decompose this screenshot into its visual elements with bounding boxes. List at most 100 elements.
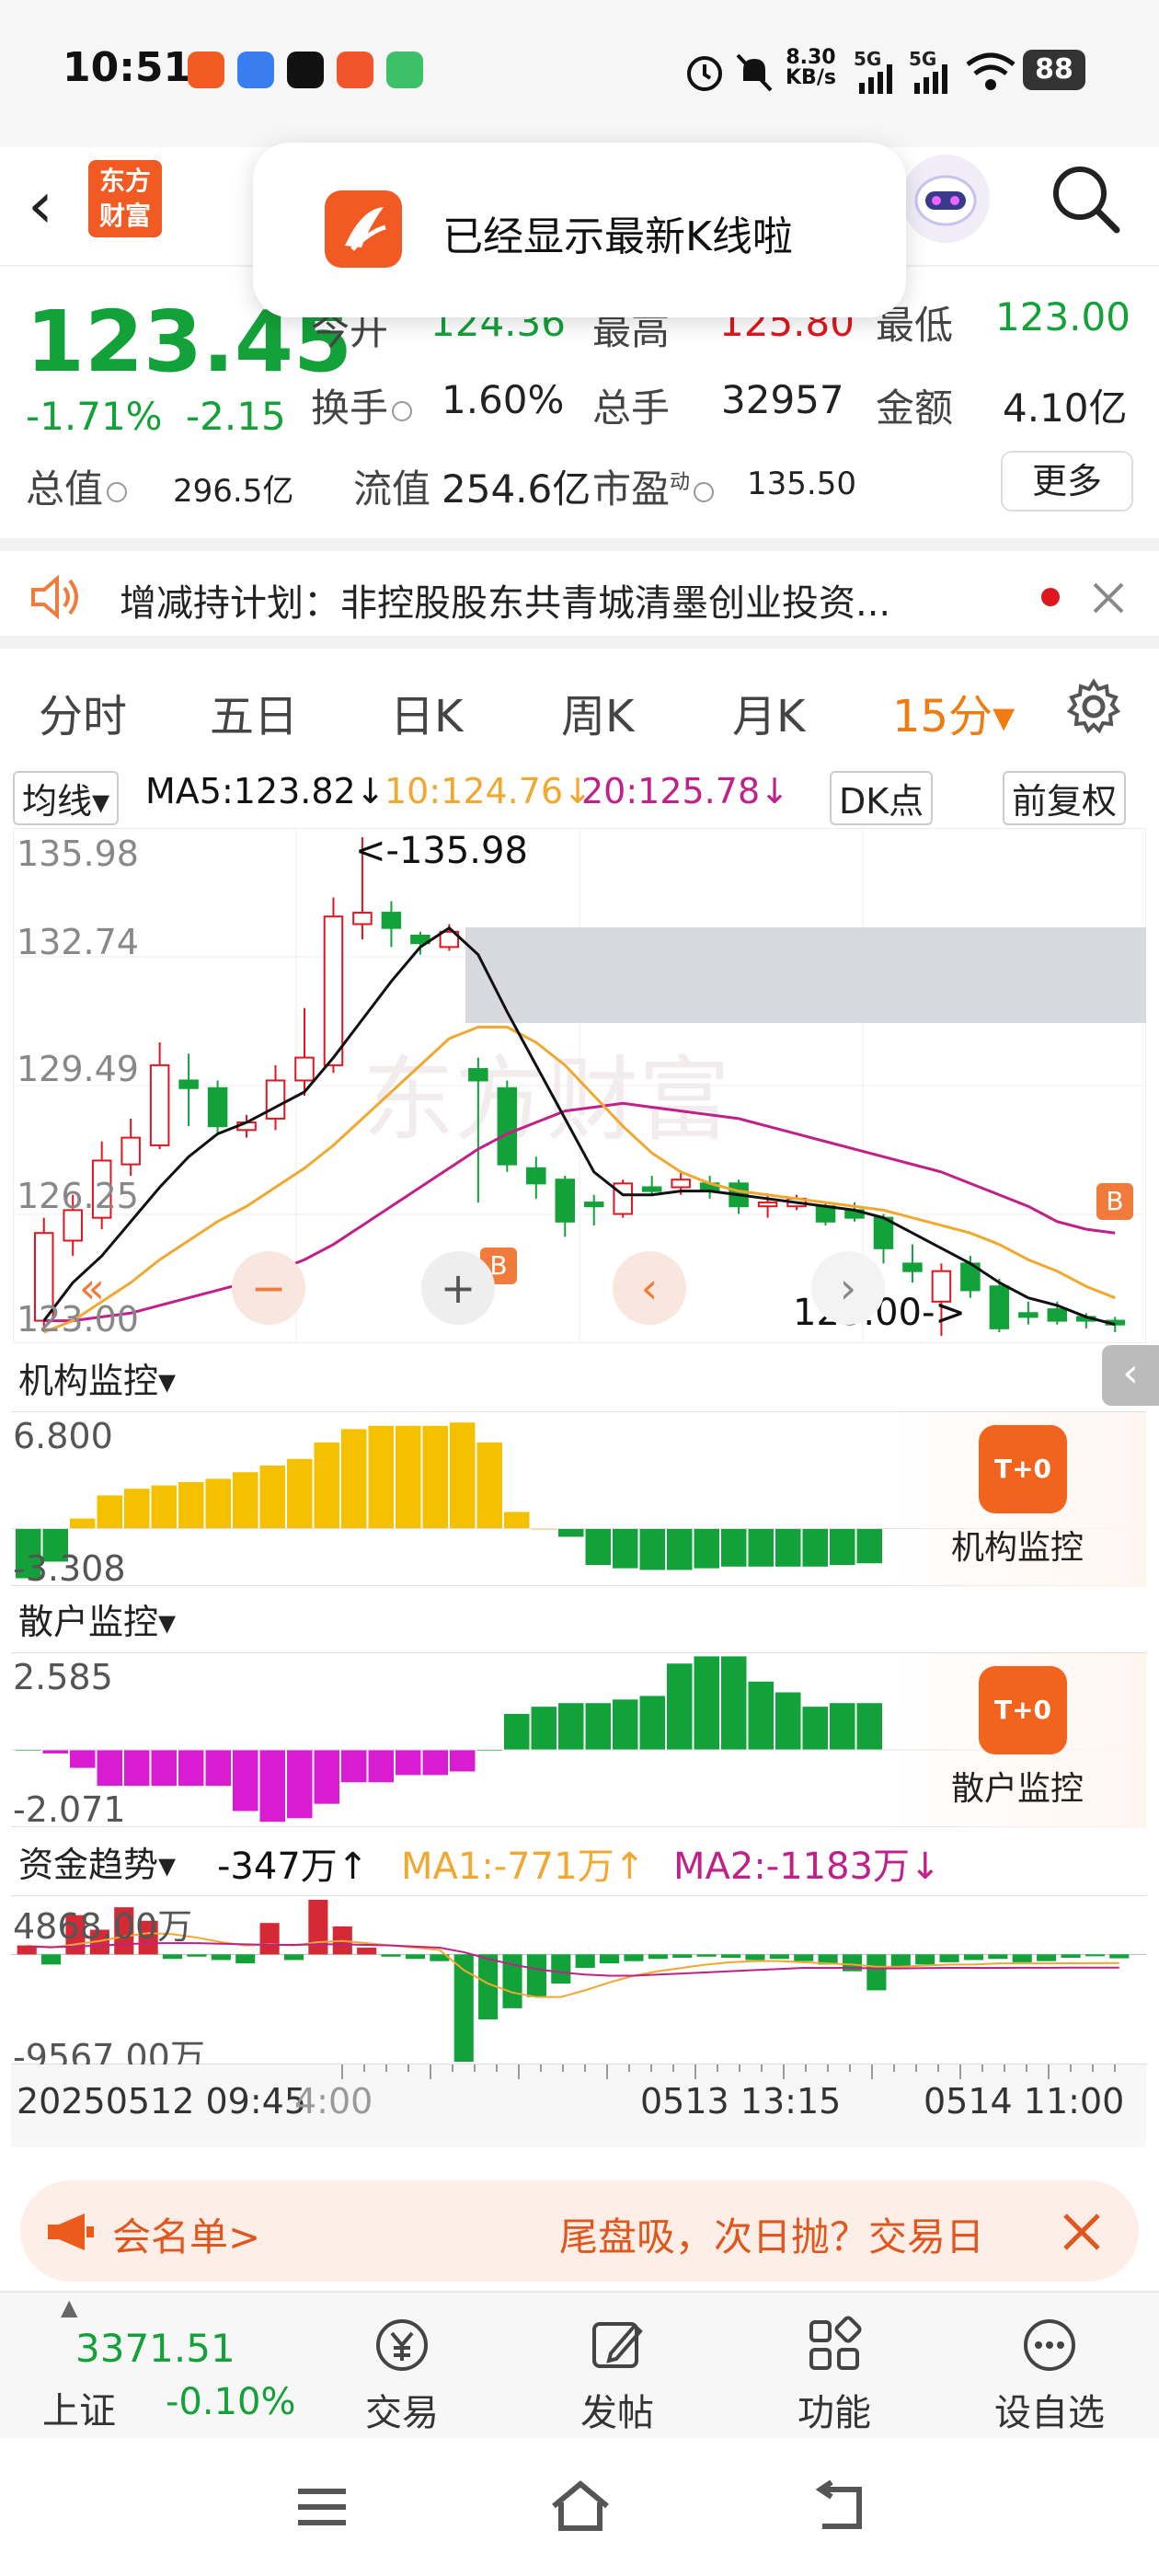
x-label: 0514 11:00 bbox=[924, 2081, 1125, 2122]
indicator-bar bbox=[70, 1518, 96, 1529]
fund-trend-selector[interactable]: 资金趋势▾ bbox=[11, 1836, 184, 1887]
indicator-bar bbox=[694, 1656, 719, 1751]
latest-kline-toast: 已经显示最新K线啦 bbox=[253, 143, 906, 317]
candle bbox=[815, 1205, 836, 1223]
indicator-bar bbox=[558, 1528, 584, 1537]
gear-icon[interactable] bbox=[1063, 676, 1124, 737]
fund-bar bbox=[794, 1954, 814, 1961]
x-label: 0513 13:15 bbox=[640, 2081, 842, 2122]
eastmoney-toast-icon bbox=[325, 190, 402, 268]
fund-bar bbox=[526, 1954, 546, 1997]
nav-functions[interactable]: 功能 bbox=[765, 2315, 903, 2436]
nav-add-watchlist-label: 设自选 bbox=[994, 2392, 1105, 2434]
indicator-bar bbox=[748, 1681, 774, 1751]
zoom-out-icon[interactable]: − bbox=[232, 1251, 305, 1325]
candle bbox=[468, 1068, 488, 1082]
indicator-bar bbox=[667, 1663, 693, 1751]
candle bbox=[120, 1136, 141, 1166]
institution-monitor-panel: 6.800 -3.308 T+0 机构监控 bbox=[11, 1411, 1146, 1589]
fund-bar bbox=[939, 1954, 959, 1962]
back-icon[interactable] bbox=[809, 2480, 868, 2534]
indicator-bar bbox=[314, 1442, 339, 1529]
candle bbox=[526, 1167, 546, 1185]
back-arrow-icon[interactable]: ‹ bbox=[28, 164, 83, 247]
promo-banner[interactable]: 会名单> 尾盘吸，次日抛？交易日 bbox=[20, 2180, 1139, 2282]
promo-left-text: 会名单> bbox=[112, 2214, 261, 2260]
tab-15min[interactable]: 15分▾ bbox=[892, 680, 1015, 744]
fund-trend-ma2: MA2:-1183万↓ bbox=[673, 1846, 941, 1888]
ma-selector[interactable]: 均线▾ bbox=[13, 771, 120, 825]
turnover-value: 1.60% bbox=[442, 377, 565, 422]
indicator-bar bbox=[368, 1425, 394, 1529]
signal-2-icon bbox=[914, 64, 947, 94]
grid-functions-icon bbox=[809, 2316, 862, 2370]
zoom-in-icon[interactable]: + bbox=[421, 1251, 495, 1325]
fund-bar bbox=[600, 1954, 620, 1964]
t0-calendar-icon: T+0 bbox=[979, 1666, 1067, 1754]
more-button[interactable]: 更多 bbox=[1001, 451, 1133, 512]
eastmoney-logo: 东方 财富 bbox=[88, 160, 162, 237]
institution-monitor-selector[interactable]: 机构监控▾ bbox=[11, 1352, 184, 1403]
toast-message: 已经显示最新K线啦 bbox=[442, 213, 793, 260]
home-icon[interactable] bbox=[548, 2478, 613, 2534]
scroll-right-icon[interactable]: › bbox=[811, 1251, 885, 1325]
index-change[interactable]: -0.10% bbox=[166, 2381, 296, 2423]
index-value[interactable]: 3371.51 bbox=[75, 2326, 235, 2371]
market-cap-value: 296.5亿 bbox=[173, 473, 294, 510]
search-icon[interactable] bbox=[1047, 160, 1122, 236]
amount-value: 4.10亿 bbox=[1003, 385, 1128, 431]
tab-intraday[interactable]: 分时 bbox=[39, 680, 127, 744]
indicator-bar bbox=[694, 1528, 719, 1569]
adjustment-button[interactable]: 前复权 bbox=[1003, 771, 1127, 825]
menu-icon[interactable] bbox=[294, 2484, 350, 2530]
indicator-bar bbox=[830, 1703, 855, 1751]
indicator-bar bbox=[450, 1422, 476, 1529]
indicator-bar bbox=[341, 1750, 367, 1783]
tab-weekly-k[interactable]: 周K bbox=[561, 680, 634, 744]
tiktok-app-icon bbox=[287, 52, 324, 88]
info-icon[interactable] bbox=[694, 481, 715, 502]
close-icon[interactable] bbox=[1091, 581, 1126, 615]
scroll-left-fast-icon[interactable]: « bbox=[55, 1251, 129, 1325]
fund-bar bbox=[1061, 1954, 1081, 1959]
index-name[interactable]: 上证 bbox=[42, 2381, 116, 2434]
side-collapse-button[interactable]: ‹ bbox=[1102, 1345, 1159, 1406]
fund-bar bbox=[259, 1923, 280, 1955]
fund-bar bbox=[41, 1954, 62, 1965]
indicator-bar bbox=[802, 1528, 828, 1567]
nav-trade-label: 交易 bbox=[365, 2392, 439, 2434]
info-icon[interactable] bbox=[107, 481, 128, 502]
indicator-bar bbox=[178, 1482, 204, 1529]
fund-bar bbox=[235, 1954, 256, 1964]
index-expand-caret-icon[interactable]: ▲ bbox=[61, 2294, 77, 2320]
nav-trade[interactable]: 交易 bbox=[333, 2315, 471, 2436]
y-tick: 126.25 bbox=[17, 1176, 139, 1216]
indicator-bar bbox=[558, 1703, 584, 1751]
tab-monthly-k[interactable]: 月K bbox=[732, 680, 805, 744]
retail-monitor-card[interactable]: T+0 散户监控 bbox=[889, 1653, 1146, 1828]
change-percent: -1.71% bbox=[26, 394, 163, 439]
candle bbox=[583, 1202, 604, 1208]
retail-monitor-selector[interactable]: 散户监控▾ bbox=[11, 1593, 184, 1644]
candle bbox=[641, 1186, 662, 1192]
tab-five-day[interactable]: 五日 bbox=[210, 680, 298, 744]
nav-post[interactable]: 发帖 bbox=[548, 2315, 686, 2436]
indicator-bar bbox=[775, 1692, 801, 1751]
institution-monitor-card[interactable]: T+0 机构监控 bbox=[889, 1412, 1146, 1587]
indicator-bar bbox=[396, 1750, 421, 1776]
fund-bar bbox=[308, 1900, 328, 1955]
float-cap-value: 254.6亿 bbox=[442, 466, 591, 512]
info-icon[interactable] bbox=[392, 400, 413, 421]
dk-point-button[interactable]: DK点 bbox=[830, 771, 934, 825]
notice-bar[interactable]: 增减持计划：非控股股东共青城清墨创业投资... bbox=[0, 538, 1159, 649]
system-nav-bar bbox=[0, 2438, 1159, 2576]
indicator-bar bbox=[205, 1750, 231, 1787]
buy-signal-b[interactable]: B bbox=[1096, 1183, 1133, 1220]
fund-bar bbox=[283, 1954, 304, 1961]
kline-chart[interactable]: 东方财富 135.98 132.74 129.49 126.25 123.00 … bbox=[13, 828, 1146, 1343]
ai-assistant-robot-icon[interactable] bbox=[901, 155, 990, 243]
scroll-left-icon[interactable]: ‹ bbox=[613, 1251, 686, 1325]
close-icon[interactable] bbox=[1061, 2212, 1102, 2252]
nav-add-watchlist[interactable]: 设自选 bbox=[981, 2315, 1119, 2436]
tab-daily-k[interactable]: 日K bbox=[390, 680, 463, 744]
